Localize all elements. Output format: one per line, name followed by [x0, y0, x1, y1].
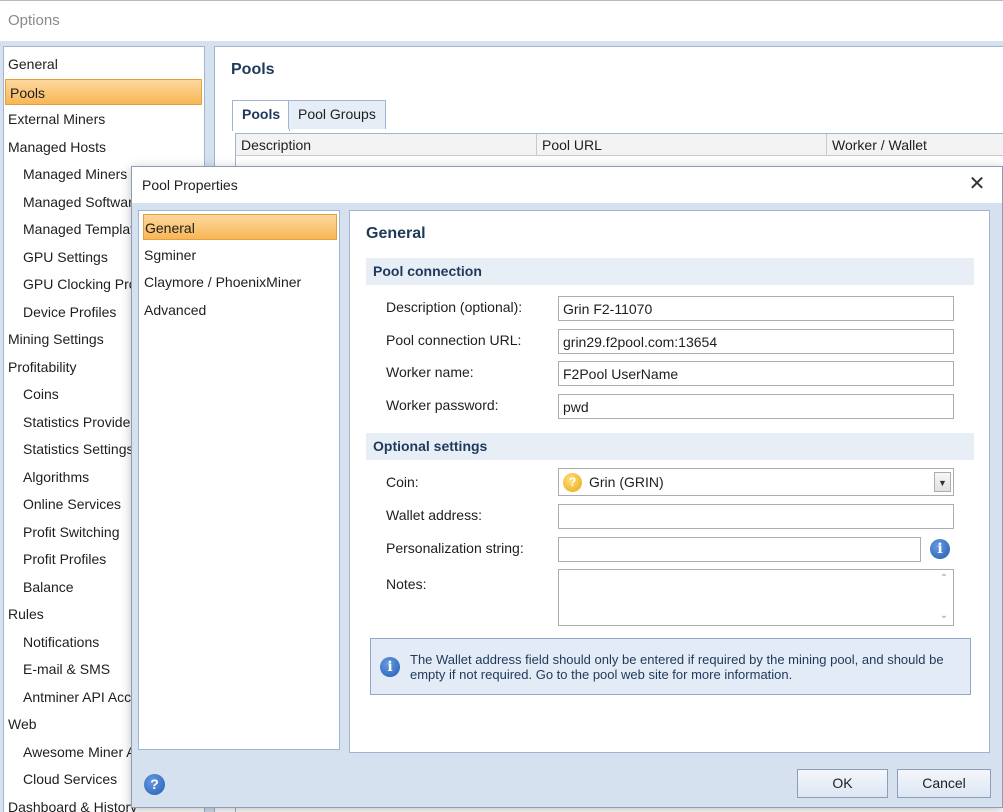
notes-label: Notes:	[386, 576, 427, 592]
personalization-field[interactable]	[558, 537, 921, 562]
tab-pool-groups[interactable]: Pool Groups	[288, 100, 386, 129]
column-header-pool-url[interactable]: Pool URL	[537, 134, 827, 156]
tab-pools[interactable]: Pools	[232, 100, 291, 131]
sidebar-item-external-miners[interactable]: External Miners	[4, 106, 204, 132]
pool-url-label: Pool connection URL:	[386, 332, 522, 348]
optional-settings-header: Optional settings	[366, 433, 974, 460]
sidebar-item-pools[interactable]: Pools	[5, 78, 202, 105]
dialog-titlebar: Pool Properties ✕	[132, 167, 1002, 203]
section-title: General	[366, 225, 426, 242]
description-label: Description (optional):	[386, 299, 523, 315]
dialog-footer: ? OK Cancel	[132, 762, 1002, 808]
worker-password-label: Worker password:	[386, 397, 499, 413]
pool-connection-header: Pool connection	[366, 258, 974, 285]
info-icon[interactable]: i	[930, 539, 950, 559]
worker-name-label: Worker name:	[386, 364, 474, 380]
column-header-description[interactable]: Description	[236, 134, 537, 156]
notes-field[interactable]: ⌃ ⌄	[558, 569, 954, 626]
description-field[interactable]	[558, 296, 954, 321]
dialog-title: Pool Properties	[142, 177, 238, 193]
sidebar-item-general[interactable]: General	[4, 51, 204, 77]
close-icon[interactable]: ✕	[966, 173, 988, 195]
scroll-down-icon[interactable]: ⌄	[938, 610, 950, 622]
dialog-sidebar: General Sgminer Claymore / PhoenixMiner Adv…	[138, 210, 340, 750]
column-header-worker-wallet[interactable]: Worker / Wallet	[827, 134, 1003, 156]
wallet-info-text: The Wallet address field should only be …	[410, 652, 944, 682]
worker-name-field[interactable]	[558, 361, 954, 386]
personalization-label: Personalization string:	[386, 540, 524, 556]
dialog-nav-item-sgminer[interactable]: Sgminer	[143, 242, 337, 268]
cancel-button[interactable]: Cancel	[897, 769, 991, 798]
wallet-address-label: Wallet address:	[386, 507, 482, 523]
dialog-nav-item-claymore-phoenixminer[interactable]: Claymore / PhoenixMiner	[143, 269, 337, 295]
grin-coin-icon: ?	[563, 473, 582, 492]
coin-select-value: Grin (GRIN)	[589, 474, 664, 490]
help-icon[interactable]: ?	[144, 774, 165, 795]
coin-select[interactable]: ? Grin (GRIN) ▼	[558, 468, 954, 496]
chevron-down-icon[interactable]: ▼	[934, 472, 951, 492]
sidebar-item-managed-hosts[interactable]: Managed Hosts	[4, 134, 204, 160]
pools-grid-header: Description Pool URL Worker / Wallet	[236, 134, 1003, 156]
options-titlebar: Options	[0, 0, 1003, 41]
pool-properties-dialog: Pool Properties ✕ General Sgminer Claymore…	[131, 166, 1003, 808]
dialog-nav-item-general[interactable]: General	[143, 214, 337, 240]
ok-button[interactable]: OK	[797, 769, 888, 798]
wallet-address-field[interactable]	[558, 504, 954, 529]
options-window-title: Options	[8, 12, 60, 29]
wallet-info-box: i The Wallet address field should only b…	[370, 638, 971, 695]
info-icon: i	[380, 657, 400, 677]
dialog-content: General Pool connection Description (opt…	[349, 210, 990, 753]
worker-password-field[interactable]	[558, 394, 954, 419]
coin-label: Coin:	[386, 474, 419, 490]
pools-page-title: Pools	[231, 61, 275, 78]
dialog-nav-item-advanced[interactable]: Advanced	[143, 297, 337, 323]
pool-url-field[interactable]	[558, 329, 954, 354]
scroll-up-icon[interactable]: ⌃	[938, 573, 950, 585]
